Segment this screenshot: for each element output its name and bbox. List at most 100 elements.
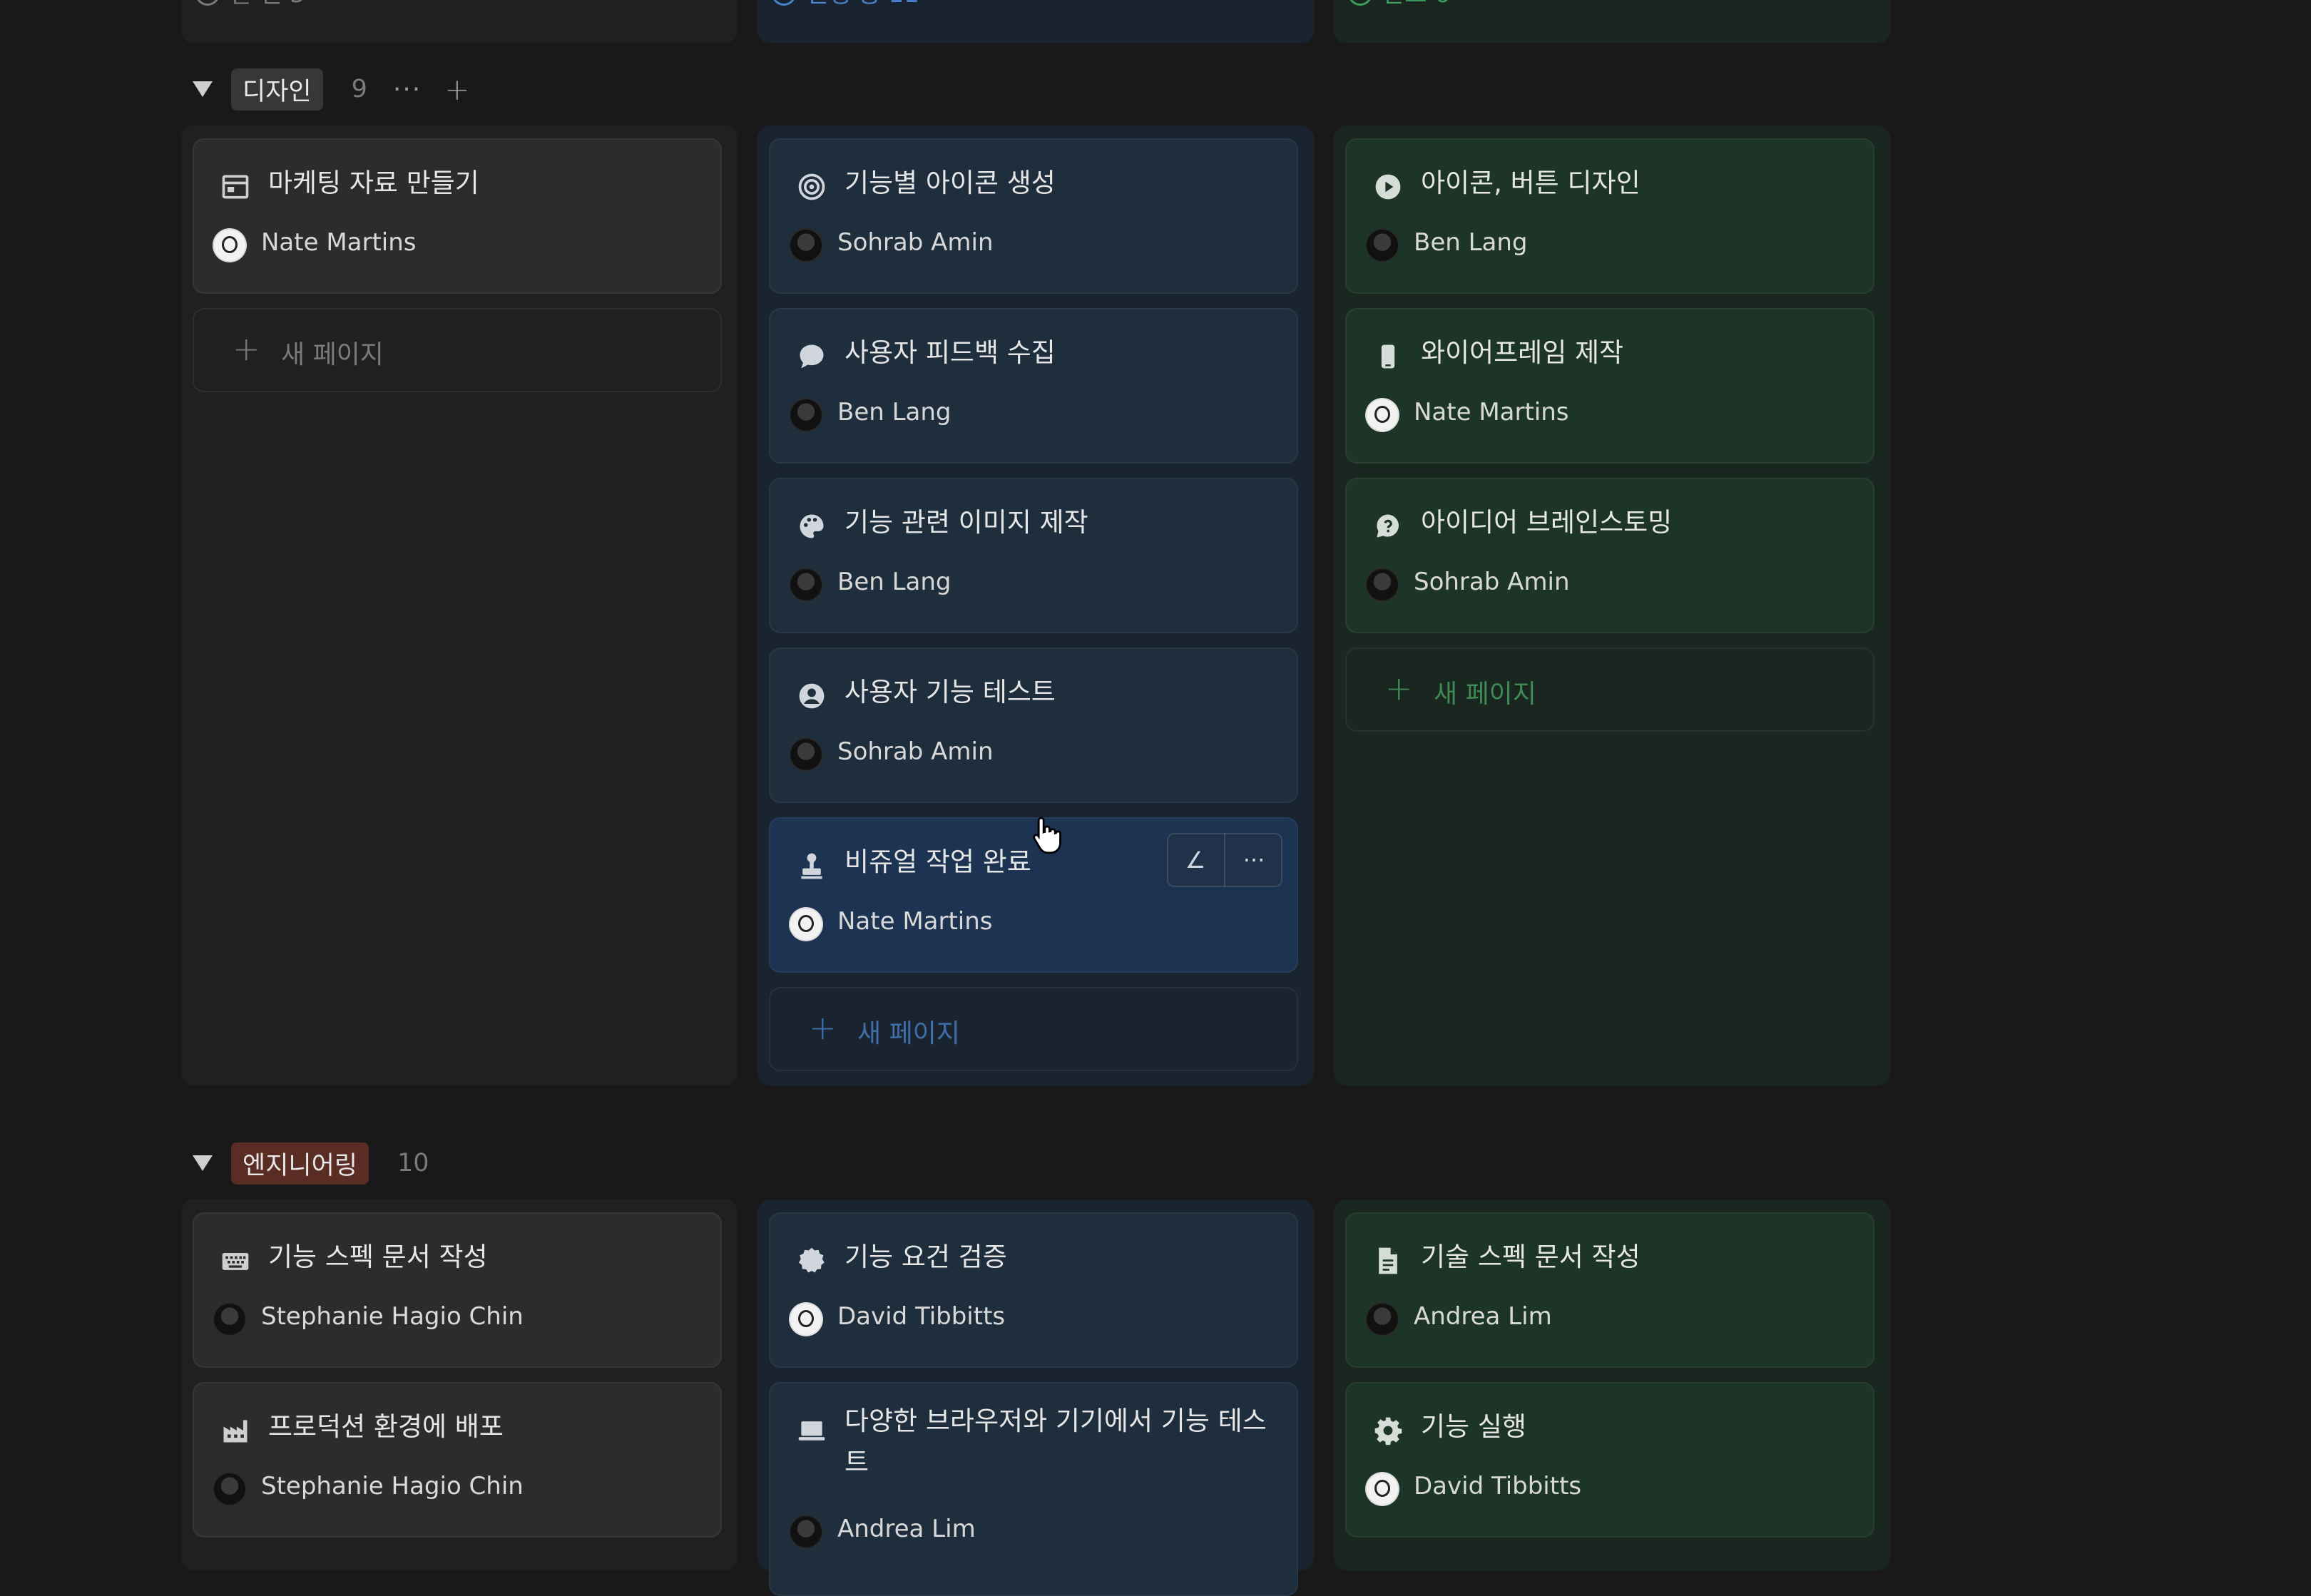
collapse-toggle-icon[interactable] xyxy=(193,81,213,97)
avatar xyxy=(790,1304,822,1335)
card-title: 아이콘, 버튼 디자인 xyxy=(1421,168,1641,198)
new-page-button[interactable]: + 새 페이지 xyxy=(193,308,722,392)
document-icon xyxy=(1379,1247,1397,1274)
avatar xyxy=(790,569,822,600)
card-assignee: David Tibbitts xyxy=(1414,1472,1582,1500)
card[interactable]: 아이콘, 버튼 디자인 Ben Lang xyxy=(1345,138,1874,294)
card[interactable]: 사용자 피드백 수집 Ben Lang xyxy=(769,308,1298,464)
avatar xyxy=(1367,399,1398,431)
new-page-label: 새 페이지 xyxy=(281,340,384,369)
column-header-in-progress: 진행 중 11 ··· + xyxy=(757,0,1314,43)
card-title: 기능 요건 검증 xyxy=(845,1242,1007,1272)
chat-bubble-icon xyxy=(800,344,824,369)
card-title: 기능 실행 xyxy=(1421,1411,1526,1442)
factory-icon xyxy=(223,1420,248,1443)
card-title: 아이디어 브레인스토밍 xyxy=(1421,507,1673,538)
avatar xyxy=(1367,1304,1398,1335)
badge-icon xyxy=(798,1247,825,1273)
avatar xyxy=(214,1304,245,1335)
engineering-in-progress-column: 기능 요건 검증 David Tibbitts 다양한 브라우저와 기기에서 기… xyxy=(757,1199,1314,1596)
plus-icon: + xyxy=(809,1008,837,1047)
card-title: 기능별 아이콘 생성 xyxy=(845,168,1056,198)
card-title: 다양한 브라우저와 기기에서 기능 테스트 xyxy=(845,1406,1267,1478)
card-assignee: Stephanie Hagio Chin xyxy=(261,1472,524,1500)
question-bubble-icon xyxy=(1377,514,1399,538)
group-count: 9 xyxy=(351,75,367,103)
column-label: 할 일 xyxy=(230,0,282,9)
column-header-done: 완료 6 xyxy=(1334,0,1890,43)
collapse-toggle-icon[interactable] xyxy=(193,1155,213,1171)
avatar xyxy=(790,1516,822,1548)
card-title: 와이어프레임 제작 xyxy=(1421,337,1624,368)
column-add-button[interactable]: + xyxy=(1262,0,1289,2)
card-assignee: Andrea Lim xyxy=(1414,1302,1552,1331)
phone-icon xyxy=(1381,344,1395,369)
avatar xyxy=(1367,569,1398,600)
new-page-button[interactable]: + 새 페이지 xyxy=(1345,648,1874,732)
card-assignee: Nate Martins xyxy=(837,907,993,936)
card-hover-actions: ∠ ··· xyxy=(1167,833,1282,887)
stamp-icon xyxy=(801,853,822,879)
group-count: 10 xyxy=(397,1149,429,1177)
card-assignee: Nate Martins xyxy=(261,228,417,257)
column-count: 5 xyxy=(290,0,305,9)
card-assignee: Stephanie Hagio Chin xyxy=(261,1302,524,1331)
group-more-button[interactable]: ··· xyxy=(393,75,422,104)
laptop-icon xyxy=(798,1421,825,1441)
card-title: 사용자 피드백 수집 xyxy=(845,337,1056,368)
card[interactable]: 와이어프레임 제작 Nate Martins xyxy=(1345,308,1874,464)
card-title: 비쥬얼 작업 완료 xyxy=(845,846,1031,877)
avatar xyxy=(790,909,822,940)
new-page-button[interactable]: + 새 페이지 xyxy=(769,987,1298,1071)
edit-button[interactable]: ∠ xyxy=(1167,833,1224,887)
done-check-icon xyxy=(1348,0,1372,6)
group-add-button[interactable]: + xyxy=(444,72,469,107)
column-label: 진행 중 xyxy=(806,0,881,9)
group-header-design: 디자인 9 ··· + xyxy=(193,67,469,111)
design-todo-column: 마케팅 자료 만들기 Nate Martins + 새 페이지 xyxy=(181,126,738,1085)
card-more-button[interactable]: ··· xyxy=(1224,833,1282,887)
card-assignee: Ben Lang xyxy=(1414,228,1528,257)
group-header-engineering: 엔지니어링 10 xyxy=(193,1141,429,1185)
card[interactable]: 기능 관련 이미지 제작 Ben Lang xyxy=(769,478,1298,633)
group-tag: 엔지니어링 xyxy=(231,1142,369,1185)
card[interactable]: 아이디어 브레인스토밍 Sohrab Amin xyxy=(1345,478,1874,633)
plus-icon: + xyxy=(233,329,260,368)
card-title: 프로덕션 환경에 배포 xyxy=(268,1411,504,1442)
keyboard-icon xyxy=(222,1253,249,1270)
card[interactable]: 기술 스펙 문서 작성 Andrea Lim xyxy=(1345,1212,1874,1368)
avatar xyxy=(214,1473,245,1505)
card[interactable]: 기능 스펙 문서 작성 Stephanie Hagio Chin xyxy=(193,1212,722,1368)
user-circle-icon xyxy=(799,683,825,709)
card-assignee: Nate Martins xyxy=(1414,398,1569,426)
card[interactable]: 사용자 기능 테스트 Sohrab Amin xyxy=(769,648,1298,803)
card[interactable]: 기능 요건 검증 David Tibbitts xyxy=(769,1212,1298,1368)
design-done-column: 아이콘, 버튼 디자인 Ben Lang 와이어프레임 제작 Nate Mart… xyxy=(1334,126,1890,1085)
plus-icon: + xyxy=(1385,669,1413,707)
card[interactable]: 기능 실행 David Tibbitts xyxy=(1345,1382,1874,1538)
card-assignee: David Tibbitts xyxy=(837,1302,1006,1331)
card-title: 사용자 기능 테스트 xyxy=(845,677,1056,707)
card-title: 기술 스펙 문서 작성 xyxy=(1421,1242,1641,1272)
engineering-done-column: 기술 스펙 문서 작성 Andrea Lim 기능 실행 David Tibbi… xyxy=(1334,1199,1890,1570)
card[interactable]: 마케팅 자료 만들기 Nate Martins xyxy=(193,138,722,294)
new-page-label: 새 페이지 xyxy=(857,1019,960,1048)
card-assignee: Ben Lang xyxy=(837,568,952,596)
card[interactable]: 기능별 아이콘 생성 Sohrab Amin xyxy=(769,138,1298,294)
gear-icon xyxy=(1374,1417,1402,1446)
card-title: 기능 관련 이미지 제작 xyxy=(845,507,1088,538)
column-label: 완료 xyxy=(1382,0,1427,9)
avatar xyxy=(790,399,822,431)
column-count: 11 xyxy=(888,0,919,9)
card-assignee: Ben Lang xyxy=(837,398,952,426)
avatar xyxy=(1367,230,1398,261)
hand-cursor-icon xyxy=(1033,817,1061,854)
play-circle-icon xyxy=(1375,174,1401,200)
column-header-todo: 할 일 5 xyxy=(181,0,738,43)
calendar-icon xyxy=(222,175,249,199)
card-assignee: Sohrab Amin xyxy=(1414,568,1570,596)
card-assignee: Sohrab Amin xyxy=(837,228,994,257)
target-icon xyxy=(798,173,825,200)
card[interactable]: 프로덕션 환경에 배포 Stephanie Hagio Chin xyxy=(193,1382,722,1538)
card[interactable]: 다양한 브라우저와 기기에서 기능 테스트 Andrea Lim xyxy=(769,1382,1298,1596)
